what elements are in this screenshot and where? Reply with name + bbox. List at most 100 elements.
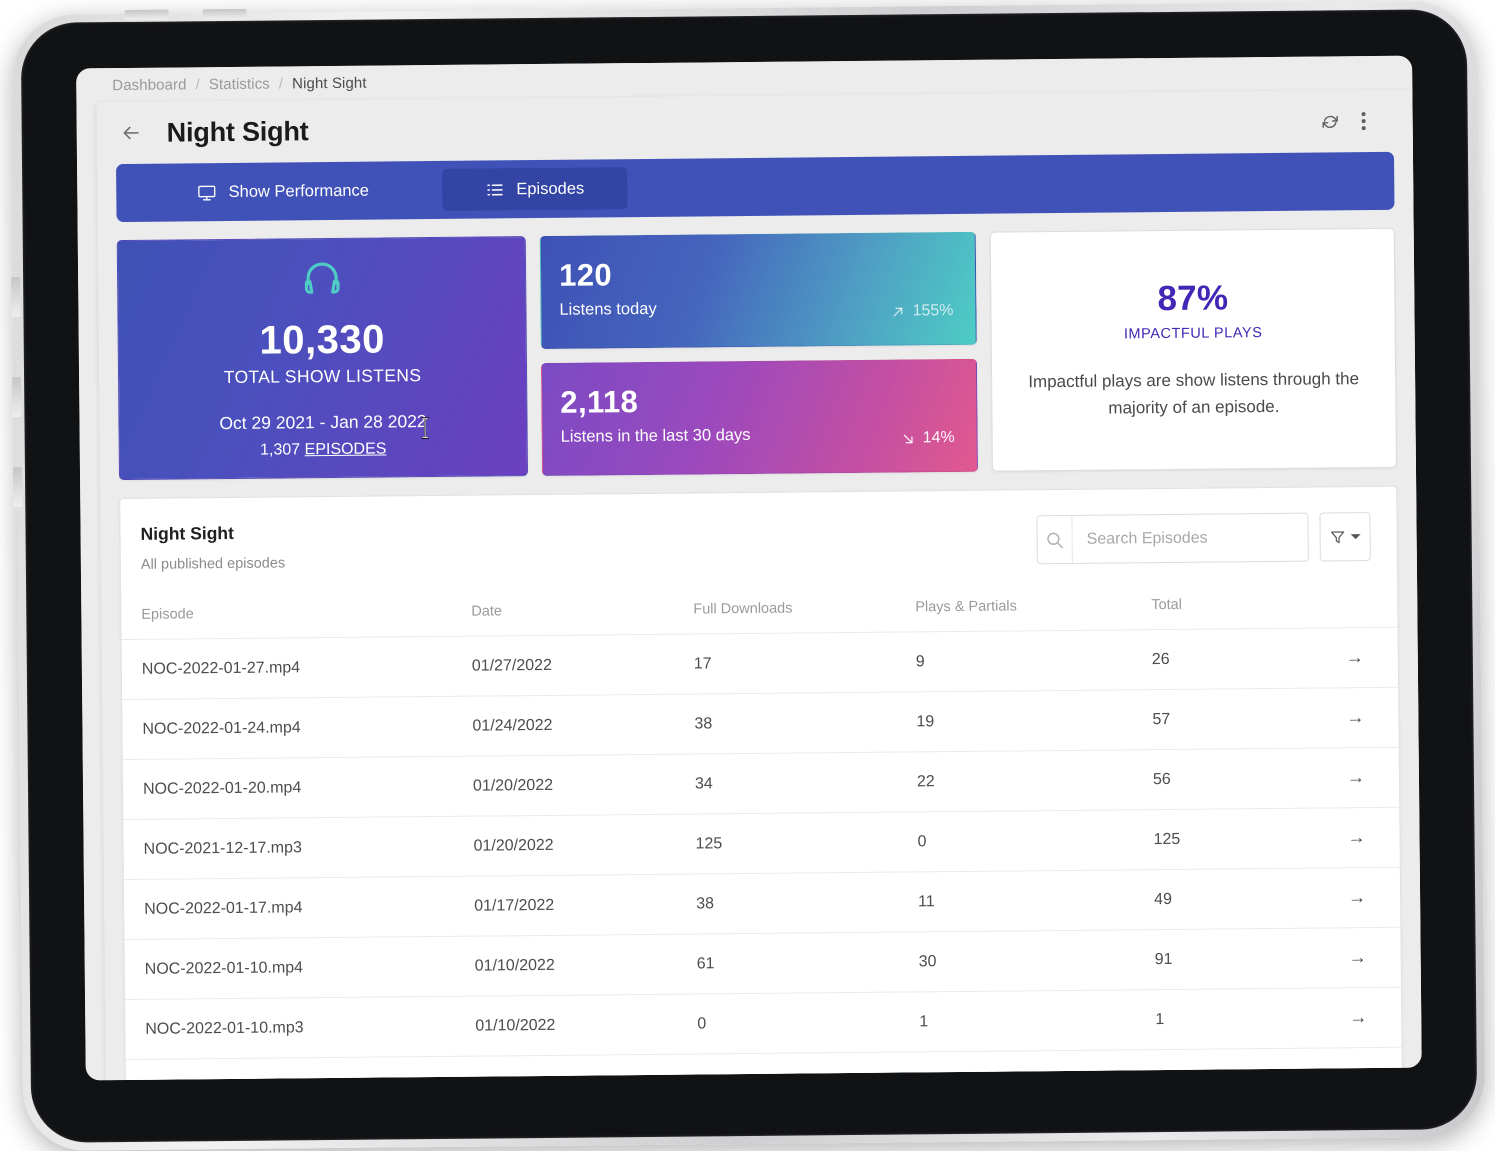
cell-plays-partials: 1 <box>919 990 1156 1052</box>
filter-button[interactable] <box>1319 512 1370 561</box>
cell-date: 01/24/2022 <box>472 694 695 756</box>
refresh-icon <box>1319 111 1340 132</box>
app-root: Dashboard / Statistics / Night Sight <box>76 56 1422 1081</box>
cell-total: 49 <box>1154 868 1315 930</box>
breadcrumb-separator: / <box>279 75 283 92</box>
listens-today-value: 120 <box>559 254 953 294</box>
search-box[interactable] <box>1036 513 1308 565</box>
episodes-panel-header: Night Sight All published episodes <box>120 487 1397 595</box>
device-button-top-2 <box>203 9 247 19</box>
headphones-icon <box>300 257 342 304</box>
cell-date: 12/27/2021 <box>476 1054 699 1080</box>
column-header-plays-partials[interactable]: Plays & Partials <box>915 585 1151 632</box>
cell-full-downloads: 65 <box>698 1052 921 1081</box>
row-detail-button[interactable]: → <box>1314 927 1401 988</box>
row-detail-button[interactable]: → <box>1312 627 1399 688</box>
cell-total: 57 <box>1152 688 1313 750</box>
row-detail-button[interactable]: → <box>1314 867 1401 928</box>
column-header-date[interactable]: Date <box>471 590 693 637</box>
arrow-right-icon: → <box>1349 947 1367 967</box>
total-listens-date-range: Oct 29 2021 - Jan 28 2022 <box>219 411 426 434</box>
episodes-panel-subtitle: All published episodes <box>141 555 285 572</box>
arrow-left-icon <box>120 122 142 144</box>
arrow-right-icon: → <box>1347 827 1365 847</box>
listens-30-days-card: 2,118 Listens in the last 30 days 14% <box>541 359 978 476</box>
device-bezel: Dashboard / Statistics / Night Sight <box>21 9 1478 1143</box>
arrow-right-icon: → <box>1346 647 1364 667</box>
cell-date: 01/10/2022 <box>474 934 697 996</box>
cell-total: 56 <box>1153 748 1314 810</box>
arrow-down-right-icon <box>901 431 916 446</box>
cell-date: 01/20/2022 <box>473 814 696 876</box>
row-detail-button[interactable]: → <box>1313 747 1400 808</box>
more-menu-button[interactable] <box>1346 104 1380 138</box>
cell-full-downloads: 38 <box>696 872 919 934</box>
total-episodes-line: 1,307 EPISODES <box>260 440 386 459</box>
cell-plays-partials: 19 <box>916 690 1153 752</box>
total-episodes-count: 1,307 <box>260 441 300 458</box>
column-header-full-downloads[interactable]: Full Downloads <box>693 587 915 634</box>
listens-30-days-delta: 14% <box>901 429 955 448</box>
row-detail-button[interactable]: → <box>1315 987 1402 1048</box>
impactful-plays-label: IMPACTFUL PLAYS <box>1124 325 1263 342</box>
listens-30-days-label: Listens in the last 30 days <box>561 424 955 447</box>
device-button-left-3 <box>13 467 22 507</box>
funnel-icon <box>1330 529 1346 545</box>
refresh-button[interactable] <box>1313 104 1347 138</box>
column-header-actions <box>1311 583 1397 628</box>
total-listens-card: 10,330 TOTAL SHOW LISTENS Oct 29 2021 - … <box>117 236 528 480</box>
listens-today-card: 120 Listens today 155% <box>540 232 977 349</box>
tab-episodes[interactable]: Episodes <box>442 167 627 211</box>
cell-date: 01/17/2022 <box>474 874 697 936</box>
mini-cards-column: 120 Listens today 155% <box>540 232 978 476</box>
cell-total: 91 <box>1154 928 1315 990</box>
cell-full-downloads: 17 <box>694 632 917 694</box>
episodes-table: Episode Date Full Downloads Plays & Part… <box>121 583 1403 1081</box>
device-button-left-1 <box>11 277 20 317</box>
row-detail-button[interactable]: → <box>1313 807 1400 868</box>
arrow-right-icon: → <box>1346 707 1364 727</box>
cell-date: 01/20/2022 <box>473 754 696 816</box>
cell-episode: NOC-2022-01-10.mp4 <box>124 936 475 999</box>
breadcrumb-item-current: Night Sight <box>292 74 367 92</box>
stats-row: 10,330 TOTAL SHOW LISTENS Oct 29 2021 - … <box>98 210 1416 481</box>
cell-episode: NOC-2022-01-20.mp4 <box>123 756 474 819</box>
row-detail-button[interactable]: → <box>1316 1047 1403 1080</box>
listens-30-days-delta-value: 14% <box>923 429 955 447</box>
total-episodes-link[interactable]: EPISODES <box>305 440 387 458</box>
breadcrumb-item-dashboard[interactable]: Dashboard <box>112 76 186 94</box>
episodes-search-group <box>1036 512 1370 564</box>
arrow-right-icon: → <box>1348 887 1366 907</box>
impactful-plays-card: 87% IMPACTFUL PLAYS Impactful plays are … <box>990 228 1397 472</box>
impactful-plays-percent: 87% <box>1157 279 1228 320</box>
cell-total: 26 <box>1152 628 1313 690</box>
tab-show-performance[interactable]: Show Performance <box>124 169 442 214</box>
cell-episode: NOC-2022-01-10.mp3 <box>125 996 476 1059</box>
device-button-left-2 <box>12 377 21 417</box>
cell-full-downloads: 34 <box>695 752 918 814</box>
cell-full-downloads: 61 <box>696 932 919 994</box>
tab-episodes-label: Episodes <box>516 179 584 199</box>
total-listens-label: TOTAL SHOW LISTENS <box>224 365 422 388</box>
device-screen: Dashboard / Statistics / Night Sight <box>76 56 1422 1081</box>
arrow-up-right-icon <box>890 304 905 319</box>
back-button[interactable] <box>111 113 151 153</box>
breadcrumb-item-statistics[interactable]: Statistics <box>209 75 270 93</box>
row-detail-button[interactable]: → <box>1312 687 1399 748</box>
cell-plays-partials: 11 <box>918 870 1155 932</box>
cell-episode: NOC-2022-01-27.mp4 <box>122 636 473 699</box>
cell-plays-partials: 0 <box>917 810 1154 872</box>
column-header-total[interactable]: Total <box>1151 584 1311 630</box>
listens-today-delta-value: 155% <box>912 302 953 320</box>
search-input[interactable] <box>1072 514 1307 563</box>
episodes-panel-title: Night Sight <box>140 522 284 544</box>
chevron-down-icon <box>1351 534 1361 539</box>
cell-plays-partials: 30 <box>920 1050 1157 1081</box>
episodes-panel: Night Sight All published episodes <box>119 486 1403 1081</box>
list-icon <box>485 180 504 199</box>
column-header-episode[interactable]: Episode <box>121 592 471 640</box>
arrow-right-icon: → <box>1347 767 1365 787</box>
listens-30-days-value: 2,118 <box>560 381 954 421</box>
cell-full-downloads: 125 <box>695 812 918 874</box>
cell-date: 01/27/2022 <box>472 634 695 696</box>
